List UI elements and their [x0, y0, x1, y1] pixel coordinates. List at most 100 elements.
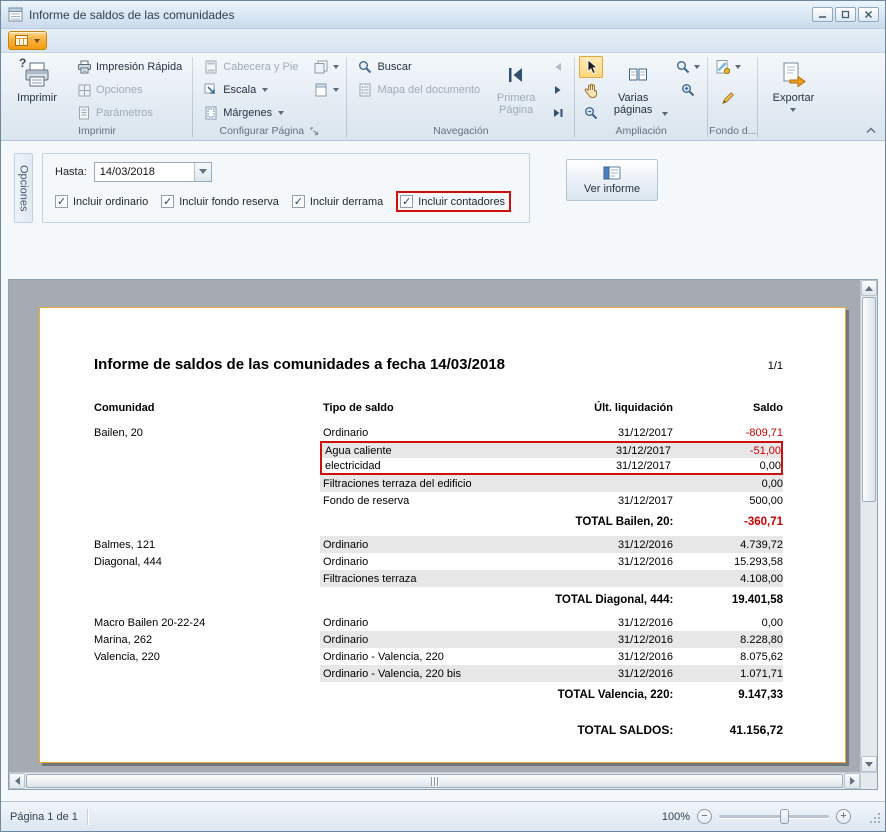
vertical-scrollbar[interactable]	[860, 280, 877, 772]
cell-saldo: 4.108,00	[673, 573, 783, 585]
zoom-slider-thumb[interactable]	[780, 809, 789, 824]
cell-ult-liquidacion: 31/12/2016	[543, 668, 673, 680]
cell-comunidad	[94, 475, 320, 492]
paper-orientation-button[interactable]	[310, 56, 342, 78]
scroll-left-button[interactable]	[9, 773, 25, 789]
paper-size-button[interactable]	[310, 79, 342, 101]
last-page-button[interactable]	[546, 102, 570, 124]
first-page-icon	[506, 61, 526, 89]
ribbon-group-configurar-pagina: Cabecera y Pie Escala Márgenes	[194, 54, 345, 140]
options-grid-icon	[76, 82, 92, 98]
cell-comunidad: Balmes, 121	[94, 536, 320, 553]
total-row: TOTAL Bailen, 20:-360,71	[94, 513, 783, 531]
close-button[interactable]	[858, 7, 879, 22]
scroll-right-button[interactable]	[844, 773, 860, 789]
horizontal-scrollbar[interactable]	[9, 772, 860, 789]
zoom-out-button-statusbar[interactable]: −	[697, 809, 712, 824]
resize-grip[interactable]	[868, 811, 881, 824]
checkbox-box-icon[interactable]: ✓	[400, 195, 413, 208]
margenes-button[interactable]: Márgenes	[197, 102, 304, 124]
export-icon	[780, 61, 806, 89]
chevron-down-icon	[262, 88, 268, 92]
buscar-button[interactable]: Buscar	[351, 56, 486, 78]
parametros-button[interactable]: Parámetros	[70, 102, 188, 124]
zoom-in-button[interactable]	[673, 79, 703, 101]
cell-ult-liquidacion: 31/12/2017	[541, 460, 671, 472]
previous-page-button[interactable]	[546, 56, 570, 78]
table-row: Ordinario - Valencia, 220 bis31/12/20161…	[94, 665, 783, 682]
ribbon-group-fondo: Fondo d...	[709, 54, 756, 140]
row-band: Ordinario31/12/201615.293,58	[320, 553, 783, 570]
table-row: Bailen, 20Ordinario31/12/2017-809,71	[94, 424, 783, 441]
checkbox-box-icon[interactable]: ✓	[292, 195, 305, 208]
zoom-out-icon	[584, 106, 598, 120]
zoom-icon	[676, 60, 690, 74]
row-band: Agua caliente31/12/2017-51,00	[320, 441, 783, 458]
date-dropdown-button[interactable]	[194, 163, 211, 181]
zoom-slider[interactable]	[719, 815, 829, 818]
table-row: Balmes, 121Ordinario31/12/20164.739,72	[94, 536, 783, 553]
zoom-out-button[interactable]	[579, 102, 603, 124]
checkbox-box-icon[interactable]: ✓	[55, 195, 68, 208]
total-label: TOTAL Bailen, 20:	[94, 516, 673, 528]
checkbox-incluir-ordinario[interactable]: ✓Incluir ordinario	[55, 195, 148, 208]
cell-ult-liquidacion: 31/12/2017	[541, 445, 671, 457]
watermark-button[interactable]	[712, 56, 744, 78]
document-map-icon	[357, 82, 373, 98]
opciones-button[interactable]: Opciones	[70, 79, 188, 101]
maximize-button[interactable]	[835, 7, 856, 22]
quick-print-icon	[76, 59, 92, 75]
total-value: 9.147,33	[673, 689, 783, 701]
cell-tipo-saldo: Ordinario - Valencia, 220	[323, 651, 543, 663]
document-preview: Informe de saldos de las comunidades a f…	[8, 279, 878, 790]
hasta-date-combo[interactable]: 14/03/2018	[94, 162, 212, 182]
group-separator	[757, 57, 758, 137]
minimize-button[interactable]	[812, 7, 833, 22]
zoom-in-button-statusbar[interactable]: +	[836, 809, 851, 824]
vertical-scroll-thumb[interactable]	[862, 297, 876, 502]
cell-tipo-saldo: electricidad	[325, 460, 541, 472]
cell-tipo-saldo: Ordinario - Valencia, 220 bis	[323, 668, 543, 680]
escala-button[interactable]: Escala	[197, 79, 304, 101]
edit-background-button[interactable]	[712, 87, 744, 109]
cell-saldo: 0,00	[673, 617, 783, 629]
zoom-button[interactable]	[673, 56, 703, 78]
row-band: electricidad31/12/20170,00	[320, 458, 783, 475]
row-band: Ordinario31/12/20160,00	[320, 614, 783, 631]
cell-ult-liquidacion: 31/12/2017	[543, 427, 673, 439]
exportar-button[interactable]: Exportar	[762, 56, 824, 115]
statusbar-separator	[87, 809, 88, 825]
checkbox-box-icon[interactable]: ✓	[161, 195, 174, 208]
primera-pagina-button[interactable]: Primera Página	[488, 56, 544, 119]
hand-tool-button[interactable]	[579, 79, 603, 101]
varias-paginas-button[interactable]: Varias páginas	[605, 56, 671, 119]
imprimir-button[interactable]: ? Imprimir	[6, 56, 68, 107]
checkbox-label: Incluir derrama	[310, 196, 383, 208]
group-separator	[192, 57, 193, 137]
paper-size-icon	[313, 82, 329, 98]
cell-saldo: 0,00	[671, 460, 781, 472]
checkbox-incluir-fondo-reserva[interactable]: ✓Incluir fondo reserva	[161, 195, 279, 208]
next-page-button[interactable]	[546, 79, 570, 101]
total-label: TOTAL Diagonal, 444:	[94, 594, 673, 606]
cell-saldo: 8.228,80	[673, 634, 783, 646]
impresion-rapida-button[interactable]: Impresión Rápida	[70, 56, 188, 78]
multiple-pages-icon	[628, 61, 648, 89]
mapa-documento-button[interactable]: Mapa del documento	[351, 79, 486, 101]
total-value: 41.156,72	[673, 723, 783, 737]
app-menu-button[interactable]	[8, 31, 47, 50]
hasta-date-value[interactable]: 14/03/2018	[95, 166, 194, 178]
cabecera-pie-button[interactable]: Cabecera y Pie	[197, 56, 304, 78]
horizontal-scroll-thumb[interactable]	[26, 774, 843, 788]
checkbox-incluir-contadores[interactable]: ✓Incluir contadores	[396, 191, 511, 212]
checkbox-incluir-derrama[interactable]: ✓ Incluir derrama	[292, 195, 383, 208]
column-header-comunidad: Comunidad	[94, 399, 320, 416]
zoom-level-text: 100%	[662, 811, 690, 823]
dialog-launcher-button[interactable]	[309, 126, 320, 137]
scroll-down-button[interactable]	[861, 756, 877, 772]
collapse-ribbon-button[interactable]	[863, 123, 879, 137]
pointer-tool-button[interactable]	[579, 56, 603, 78]
options-group-box: Hasta: 14/03/2018 ✓Incluir ordinario✓Inc…	[42, 153, 530, 223]
ver-informe-button[interactable]: Ver informe	[566, 159, 658, 201]
scroll-up-button[interactable]	[861, 280, 877, 296]
